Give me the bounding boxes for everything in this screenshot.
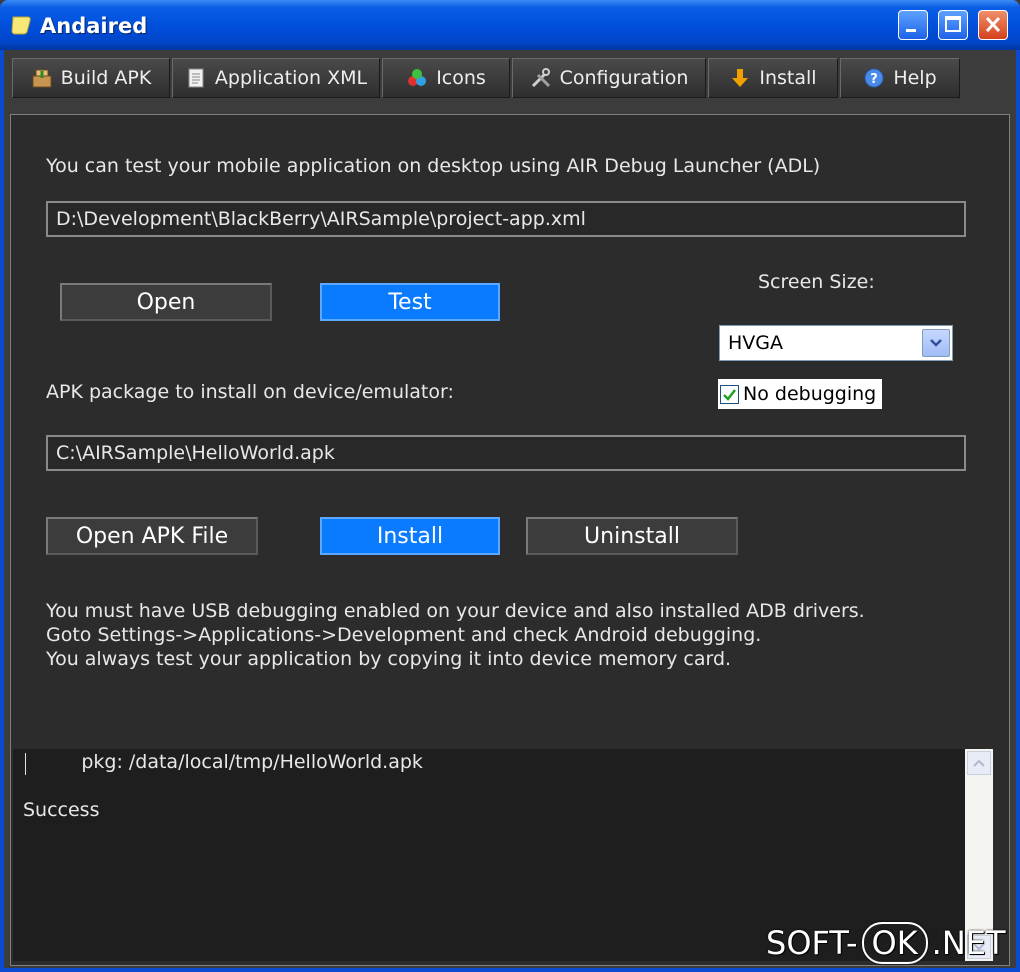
tab-label: Help <box>893 67 937 89</box>
window-title: Andaired <box>40 14 148 38</box>
window-frame-right <box>1016 50 1020 972</box>
tab-label: Application XML <box>214 67 368 89</box>
text-cursor <box>25 753 26 775</box>
tab-label: Build APK <box>60 67 152 89</box>
tab-application-xml[interactable]: Application XML <box>172 58 380 98</box>
watermark-middle: OK <box>861 922 928 964</box>
apk-label: APK package to install on device/emulato… <box>46 381 454 403</box>
window-frame-left <box>0 50 4 972</box>
install-panel: You can test your mobile application on … <box>10 114 1010 966</box>
svg-text:?: ? <box>871 72 879 87</box>
app-icon <box>11 16 31 35</box>
watermark: SOFT- OK .NET <box>766 922 1006 964</box>
console-line: pkg: /data/local/tmp/HelloWorld.apk <box>33 751 423 773</box>
note-line: You always test your application by copy… <box>46 648 732 670</box>
tab-install[interactable]: Install <box>708 58 838 98</box>
screen-size-value: HVGA <box>728 332 784 354</box>
chevron-up-icon <box>973 759 985 767</box>
scroll-up-button[interactable] <box>967 751 991 775</box>
checkmark-icon <box>723 388 736 401</box>
note-line: Goto Settings->Applications->Development… <box>46 624 762 646</box>
adl-description: You can test your mobile application on … <box>46 155 821 177</box>
minimize-icon <box>906 29 916 32</box>
tab-configuration[interactable]: Configuration <box>512 58 706 98</box>
package-icon <box>32 69 52 88</box>
xml-path-field[interactable]: D:\Development\BlackBerry\AIRSample\proj… <box>46 201 966 237</box>
title-bar[interactable]: Andaired <box>0 0 1020 50</box>
screen-size-label: Screen Size: <box>758 271 875 293</box>
open-button[interactable]: Open <box>60 283 272 321</box>
tab-bar: Build APK Application XML Icons Configur… <box>4 50 1016 108</box>
watermark-left: SOFT- <box>766 924 858 962</box>
note-line: You must have USB debugging enabled on y… <box>46 600 865 622</box>
install-button[interactable]: Install <box>320 517 500 555</box>
chevron-down-icon <box>930 339 942 347</box>
tab-label: Configuration <box>559 67 689 89</box>
tab-icons[interactable]: Icons <box>382 58 510 98</box>
no-debugging-label: No debugging <box>743 383 877 405</box>
maximize-icon <box>945 16 961 32</box>
window-frame-bottom <box>0 968 1020 972</box>
screen-size-select[interactable]: HVGA <box>719 325 953 361</box>
document-icon <box>188 68 204 88</box>
apk-path-field[interactable]: C:\AIRSample\HelloWorld.apk <box>46 435 966 471</box>
dropdown-button[interactable] <box>922 329 950 357</box>
console-line: Success <box>23 799 100 821</box>
open-apk-file-button[interactable]: Open APK File <box>46 517 258 555</box>
tab-build-apk[interactable]: Build APK <box>12 58 170 98</box>
tab-label: Icons <box>436 67 486 89</box>
checkbox-box[interactable] <box>720 384 739 404</box>
close-button[interactable] <box>978 10 1008 40</box>
tools-icon <box>531 68 550 88</box>
help-icon: ? <box>864 68 884 88</box>
maximize-button[interactable] <box>938 10 968 40</box>
uninstall-button[interactable]: Uninstall <box>526 517 738 555</box>
tab-label: Install <box>759 67 817 89</box>
close-icon <box>985 16 1001 33</box>
download-arrow-icon <box>732 69 749 87</box>
no-debugging-checkbox[interactable]: No debugging <box>718 379 882 409</box>
shapes-icon <box>408 69 427 86</box>
app-window: Andaired Build APK Application XML Icons… <box>0 0 1020 972</box>
watermark-right: .NET <box>931 924 1006 962</box>
minimize-button[interactable] <box>898 10 928 40</box>
test-button[interactable]: Test <box>320 283 500 321</box>
tab-help[interactable]: ? Help <box>840 58 960 98</box>
